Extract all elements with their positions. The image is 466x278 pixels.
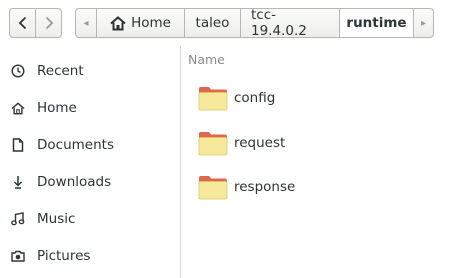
camera-icon (11, 249, 25, 263)
folder-icon (198, 174, 228, 200)
sidebar-item-music[interactable]: Music (0, 201, 181, 237)
music-icon (11, 212, 25, 226)
path-crumb-home[interactable]: Home (97, 8, 185, 38)
folder-icon (198, 85, 228, 111)
sidebar: Recent Home Documents Downloads Music Pi… (0, 46, 181, 278)
list-item-folder[interactable]: request (198, 126, 285, 160)
sidebar-item-label: Music (37, 211, 76, 227)
home-icon (110, 15, 126, 31)
path-crumb-label: Home (131, 15, 171, 31)
path-scroll-left-button[interactable]: ◂ (75, 8, 97, 38)
path-scroll-right-button[interactable]: ▸ (414, 8, 434, 38)
clock-icon (11, 64, 25, 78)
toolbar: ◂ Home taleo tcc-19.4.0.2 runtime ▸ (0, 0, 466, 46)
file-manager-window: ◂ Home taleo tcc-19.4.0.2 runtime ▸ Rece… (0, 0, 466, 278)
path-crumb-taleo[interactable]: taleo (185, 8, 241, 38)
back-button[interactable] (9, 8, 36, 38)
forward-button[interactable] (35, 8, 62, 38)
path-crumb-runtime[interactable]: runtime (340, 8, 414, 38)
sidebar-item-home[interactable]: Home (0, 90, 181, 126)
path-crumb-label: runtime (346, 15, 407, 31)
sidebar-item-pictures[interactable]: Pictures (0, 238, 181, 274)
sidebar-item-downloads[interactable]: Downloads (0, 164, 181, 200)
sidebar-item-label: Downloads (37, 174, 112, 190)
sidebar-item-label: Home (37, 100, 77, 116)
path-crumb-label: tcc-19.4.0.2 (251, 7, 307, 39)
download-icon (11, 175, 25, 189)
path-crumb-label: taleo (195, 15, 230, 31)
caret-left-icon: ◂ (83, 17, 89, 29)
file-list: Name config request response (182, 46, 466, 278)
caret-right-icon: ▸ (420, 17, 427, 29)
sidebar-item-label: Recent (37, 63, 84, 79)
list-item-folder[interactable]: response (198, 170, 295, 204)
file-name: config (234, 90, 276, 106)
file-name: response (234, 179, 296, 195)
document-icon (11, 138, 25, 152)
chevron-right-icon (45, 16, 53, 30)
home-icon (11, 101, 25, 115)
list-item-folder[interactable]: config (198, 81, 275, 115)
file-name: request (234, 135, 286, 151)
sidebar-item-recent[interactable]: Recent (0, 53, 181, 89)
path-crumb-tcc[interactable]: tcc-19.4.0.2 (241, 7, 340, 39)
column-header-name[interactable]: Name (188, 52, 225, 67)
sidebar-item-label: Pictures (37, 248, 91, 264)
sidebar-item-documents[interactable]: Documents (0, 127, 181, 163)
folder-icon (198, 130, 228, 156)
sidebar-item-label: Documents (37, 137, 114, 153)
chevron-left-icon (18, 16, 26, 30)
path-bar: ◂ Home taleo tcc-19.4.0.2 runtime ▸ (75, 7, 434, 39)
